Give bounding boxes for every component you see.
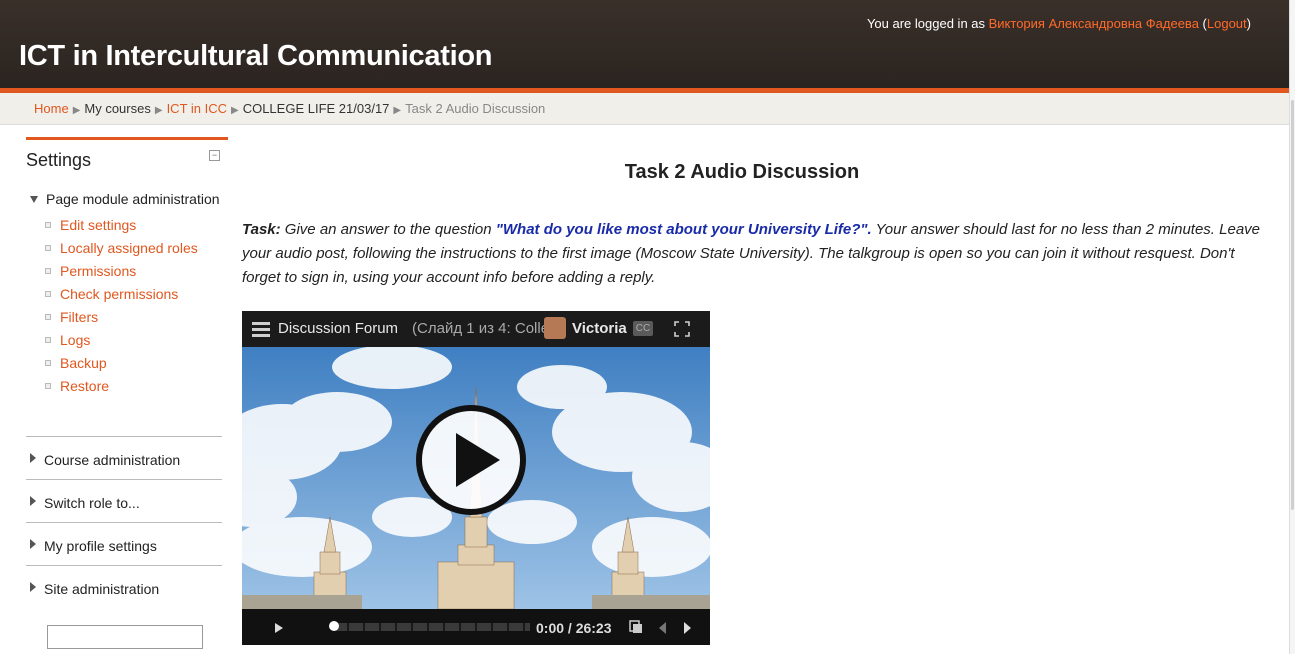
user-avatar (544, 317, 566, 339)
page-module-admin-list: Edit settings Locally assigned roles Per… (43, 217, 198, 401)
collapsed-triangle-icon (30, 453, 36, 463)
site-header: ICT in Intercultural Communication You a… (0, 0, 1289, 93)
breadcrumb-separator: ▶ (72, 105, 81, 116)
bullet-icon (45, 360, 51, 367)
breadcrumb-separator: ▶ (231, 105, 239, 116)
settings-item-label: Permissions (60, 263, 137, 279)
expanded-triangle-icon (30, 196, 38, 204)
breadcrumb-section[interactable]: COLLEGE LIFE 21/03/17 (243, 101, 390, 116)
scrollbar-thumb[interactable] (1291, 100, 1294, 510)
player-controls: 0:00 / 26:23 (242, 609, 710, 645)
copy-icon[interactable] (629, 620, 643, 634)
breadcrumb-course[interactable]: ICT in ICC (167, 101, 227, 116)
progress-knob[interactable] (329, 621, 339, 631)
breadcrumb: Home ▶ My courses ▶ ICT in ICC ▶ COLLEGE LIFE … (34, 101, 545, 116)
collapsed-triangle-icon (30, 539, 36, 549)
settings-item-logs[interactable]: Logs (43, 332, 198, 355)
settings-item-label: Restore (60, 378, 110, 394)
section-label: My profile settings (44, 538, 157, 554)
settings-item-restore[interactable]: Restore (43, 378, 198, 401)
settings-item-label: Filters (60, 309, 99, 325)
logout-link[interactable]: Logout (1207, 16, 1247, 31)
task-question: "What do you like most about your Univer… (495, 221, 872, 238)
section-my-profile-settings[interactable]: My profile settings (26, 522, 222, 565)
page-module-administration[interactable]: Page module administration (26, 191, 220, 207)
page-module-administration-label: Page module administration (46, 191, 220, 207)
settings-item-edit-settings[interactable]: Edit settings (43, 217, 198, 240)
navbar: Home ▶ My courses ▶ ICT in ICC ▶ COLLEGE LIFE … (0, 93, 1289, 125)
page-title: Task 2 Audio Discussion (624, 161, 860, 183)
settings-item-label: Logs (60, 332, 91, 348)
settings-search-input[interactable] (47, 625, 203, 649)
slide-info: (Слайд 1 из 4: Colle... (412, 320, 562, 337)
progress-bar[interactable] (333, 623, 530, 631)
collapsed-triangle-icon (30, 582, 36, 592)
settings-title: Settings (26, 150, 92, 170)
breadcrumb-home[interactable]: Home (34, 101, 69, 116)
settings-item-locally-assigned-roles[interactable]: Locally assigned roles (43, 240, 198, 263)
bullet-icon (45, 314, 51, 321)
voicethread-player[interactable]: Discussion Forum (Слайд 1 из 4: Colle... … (242, 311, 710, 645)
next-slide-button[interactable] (684, 622, 691, 634)
settings-item-permissions[interactable]: Permissions (43, 263, 198, 286)
bullet-icon (45, 291, 51, 298)
section-label: Site administration (44, 581, 160, 597)
thread-title: Discussion Forum (278, 320, 399, 337)
menu-icon[interactable] (252, 322, 270, 337)
play-icon[interactable] (416, 405, 526, 515)
breadcrumb-separator: ▶ (393, 105, 402, 116)
section-switch-role[interactable]: Switch role to... (26, 479, 222, 522)
section-course-administration[interactable]: Course administration (26, 436, 222, 479)
settings-item-label: Locally assigned roles (60, 240, 198, 256)
site-title[interactable]: ICT in Intercultural Communication (19, 40, 492, 73)
bullet-icon (45, 337, 51, 344)
fullscreen-icon[interactable] (674, 321, 690, 337)
task-text-1: Give an answer to the question (280, 221, 496, 238)
bullet-icon (45, 222, 51, 229)
task-description: Task: Give an answer to the question "Wh… (242, 218, 1272, 290)
play-pause-button[interactable] (275, 623, 283, 633)
logout-open: ( (1198, 16, 1207, 31)
breadcrumb-my-courses[interactable]: My courses (84, 101, 150, 116)
collapse-icon[interactable]: − (209, 150, 220, 161)
settings-item-check-permissions[interactable]: Check permissions (43, 286, 198, 309)
player-title-bar: Discussion Forum (Слайд 1 из 4: Colle... … (242, 311, 710, 347)
collapsed-triangle-icon (30, 496, 36, 506)
settings-item-label: Check permissions (60, 286, 179, 302)
time-display: 0:00 / 26:23 (536, 620, 612, 636)
settings-item-backup[interactable]: Backup (43, 355, 198, 378)
settings-block: Settings − Page module administration Ed… (26, 137, 228, 649)
user-name-link[interactable]: Виктория Александровна Фадеева (989, 16, 1199, 31)
settings-item-filters[interactable]: Filters (43, 309, 198, 332)
section-label: Switch role to... (44, 495, 140, 511)
player-user-name: Victoria (572, 320, 627, 337)
breadcrumb-current: Task 2 Audio Discussion (405, 101, 546, 116)
task-label: Task: (242, 221, 281, 238)
login-info: You are logged in as Виктория Александро… (867, 16, 1251, 31)
bullet-icon (45, 245, 51, 252)
section-site-administration[interactable]: Site administration (26, 565, 222, 608)
settings-item-label: Edit settings (60, 217, 137, 233)
closed-caption-button[interactable]: CC (633, 321, 653, 336)
settings-header: Settings − (26, 137, 228, 176)
settings-item-label: Backup (60, 355, 107, 371)
logout-close: ) (1246, 16, 1251, 31)
previous-slide-button[interactable] (659, 622, 666, 634)
bullet-icon (45, 268, 51, 275)
bullet-icon (45, 383, 51, 390)
login-prefix: You are logged in as (866, 16, 989, 31)
player-title: Discussion Forum (Слайд 1 из 4: Colle... (278, 320, 562, 337)
section-label: Course administration (44, 452, 181, 468)
breadcrumb-separator: ▶ (154, 105, 163, 116)
